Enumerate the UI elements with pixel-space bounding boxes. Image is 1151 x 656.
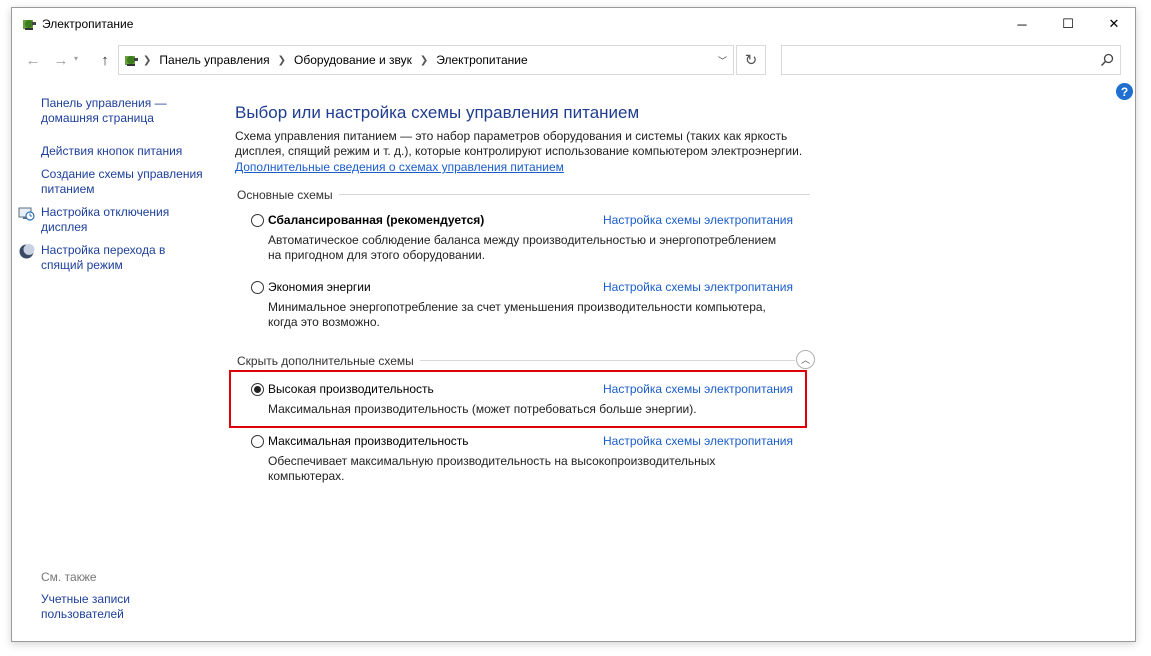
search-input[interactable] [781, 45, 1121, 75]
plan-radio-power-saver[interactable] [251, 281, 264, 294]
sidebar-item-home[interactable]: Панель управления — домашняя страница [41, 96, 167, 126]
plan-desc-line: когда это возможно. [268, 315, 380, 329]
sidebar-item-label: Создание схемы управления [41, 167, 203, 181]
plan-desc-high-performance: Максимальная производительность (может п… [268, 402, 798, 417]
plan-name-power-saver[interactable]: Экономия энергии [268, 280, 371, 294]
sidebar-item-label: Настройка отключения [41, 205, 170, 219]
plan-name-ultimate-performance[interactable]: Максимальная производительность [268, 434, 469, 448]
plan-desc-ultimate-performance: Обеспечивает максимальную производительн… [268, 454, 798, 484]
sidebar-item-label: дисплея [41, 220, 88, 234]
maximize-button[interactable]: ☐ [1045, 8, 1091, 40]
refresh-button[interactable]: ↻ [736, 45, 766, 75]
sidebar-item-user-accounts[interactable]: Учетные записи пользователей [41, 592, 130, 622]
plan-settings-link-high-performance[interactable]: Настройка схемы электропитания [603, 382, 793, 396]
sidebar-item-label: домашняя страница [41, 111, 154, 125]
back-button[interactable]: ← [23, 50, 43, 70]
highlight-box [229, 370, 807, 428]
control-panel-window: Электропитание ─ ☐ ✕ ← → ▾ ↑ ❯ Панель уп… [11, 7, 1136, 642]
close-button[interactable]: ✕ [1091, 8, 1135, 40]
minimize-button[interactable]: ─ [999, 8, 1045, 40]
chevron-right-icon[interactable]: ❯ [278, 55, 286, 66]
page-description: Схема управления питанием — это набор па… [235, 129, 825, 159]
plan-desc-line: компьютерах. [268, 469, 345, 483]
plan-settings-link-balanced[interactable]: Настройка схемы электропитания [603, 213, 793, 227]
breadcrumb: ❯ Панель управления ❯ Оборудование и зву… [143, 53, 528, 67]
sidebar-item-label: пользователей [41, 607, 124, 621]
forward-button[interactable]: → [51, 50, 71, 70]
hide-additional-plans-heading[interactable]: Скрыть дополнительные схемы [237, 354, 420, 368]
page-title: Выбор или настройка схемы управления пит… [235, 103, 640, 122]
sidebar-item-label: Панель управления — [41, 96, 167, 110]
plan-desc-balanced: Автоматическое соблюдение баланса между … [268, 233, 798, 263]
sidebar-item-display-off[interactable]: Настройка отключения дисплея [41, 205, 169, 235]
chevron-right-icon[interactable]: ❯ [420, 55, 428, 66]
description-line: дисплея, спящий режим и т. д.), которые … [235, 144, 803, 158]
chevron-right-icon[interactable]: ❯ [143, 55, 151, 66]
sidebar-item-label: питанием [41, 182, 95, 196]
sidebar-item-power-buttons[interactable]: Действия кнопок питания [41, 144, 182, 159]
plan-settings-link-ultimate-performance[interactable]: Настройка схемы электропитания [603, 434, 793, 448]
up-button[interactable]: ↑ [95, 50, 115, 70]
chevron-up-icon[interactable]: ︿ [796, 350, 815, 369]
plan-name-high-performance[interactable]: Высокая производительность [268, 382, 434, 396]
sidebar-item-sleep[interactable]: Настройка перехода в спящий режим [41, 243, 165, 273]
plan-radio-high-performance[interactable] [251, 383, 264, 396]
plan-desc-line: Автоматическое соблюдение баланса между … [268, 233, 777, 247]
sleep-moon-icon [19, 244, 35, 259]
plan-radio-ultimate-performance[interactable] [251, 435, 264, 448]
display-clock-icon [18, 207, 35, 221]
search-icon[interactable] [1100, 53, 1114, 67]
plan-desc-line: на пригодном для этого оборудовании. [268, 248, 486, 262]
window-title: Электропитание [42, 17, 134, 31]
plan-radio-balanced[interactable] [251, 214, 264, 227]
more-info-link[interactable]: Дополнительные сведения о схемах управле… [235, 160, 564, 174]
sidebar-item-label: Учетные записи [41, 592, 130, 606]
plan-name-balanced[interactable]: Сбалансированная (рекомендуется) [268, 213, 484, 227]
plan-desc-line: Минимальное энергопотребление за счет ум… [268, 300, 766, 314]
breadcrumb-control-panel[interactable]: Панель управления [159, 53, 269, 67]
power-options-icon [23, 20, 36, 30]
chevron-down-icon[interactable]: ﹀ [718, 54, 727, 67]
address-bar[interactable]: ❯ Панель управления ❯ Оборудование и зву… [118, 45, 734, 75]
breadcrumb-hardware-sound[interactable]: Оборудование и звук [294, 53, 412, 67]
primary-plans-heading: Основные схемы [237, 188, 339, 202]
control-panel-icon [125, 56, 138, 66]
see-also-heading: См. также [41, 570, 97, 584]
description-line: Схема управления питанием — это набор па… [235, 129, 788, 143]
sidebar-item-label: Настройка перехода в [41, 243, 166, 257]
sidebar-item-label: спящий режим [41, 258, 123, 272]
title-bar: Электропитание ─ ☐ ✕ [12, 8, 1135, 40]
sidebar-item-create-plan[interactable]: Создание схемы управления питанием [41, 167, 203, 197]
plan-desc-power-saver: Минимальное энергопотребление за счет ум… [268, 300, 798, 330]
sidebar-item-label: Действия кнопок питания [41, 144, 183, 158]
navigation-bar: ← → ▾ ↑ ❯ Панель управления ❯ Оборудован… [12, 44, 1135, 76]
recent-locations-icon[interactable]: ▾ [74, 54, 78, 63]
plan-desc-line: Обеспечивает максимальную производительн… [268, 454, 716, 468]
breadcrumb-power-options[interactable]: Электропитание [436, 53, 527, 67]
help-button[interactable]: ? [1116, 83, 1133, 100]
plan-desc-line: Максимальная производительность (может п… [268, 402, 697, 416]
plan-settings-link-power-saver[interactable]: Настройка схемы электропитания [603, 280, 793, 294]
